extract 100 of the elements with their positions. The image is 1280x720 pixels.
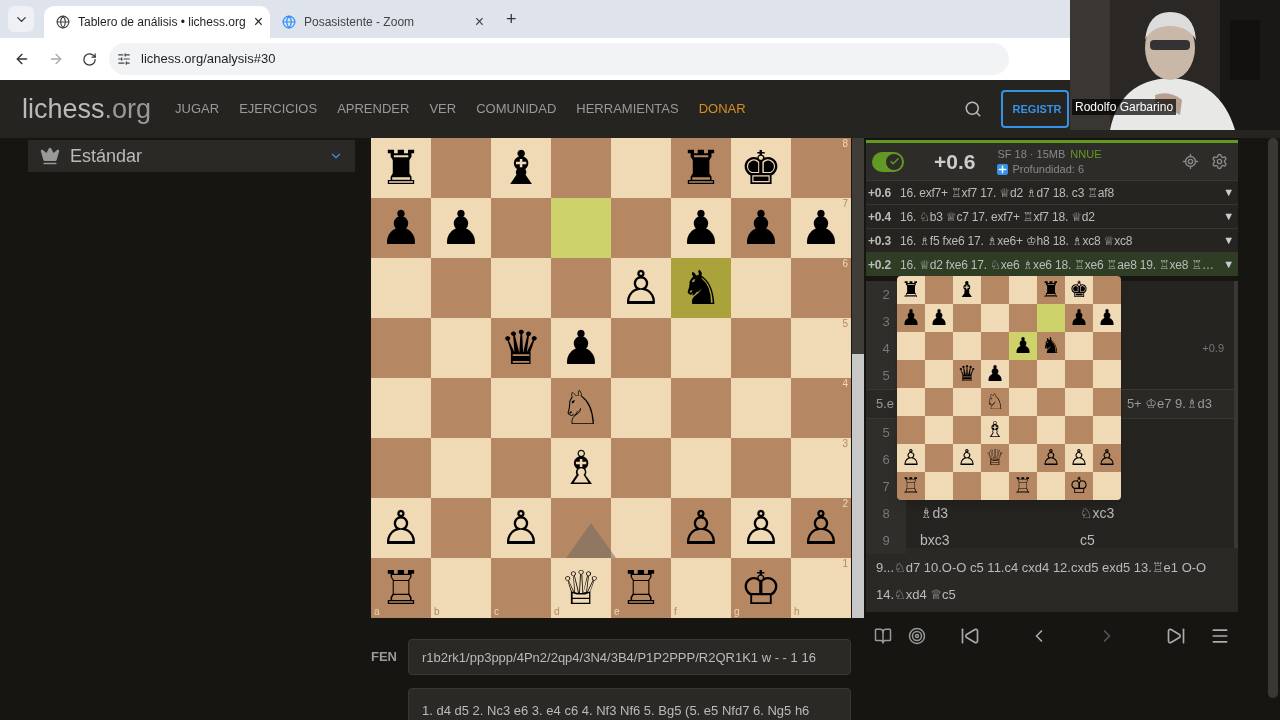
chess-piece[interactable]: ♔: [740, 564, 782, 612]
locate-icon[interactable]: [1182, 153, 1199, 170]
chess-square[interactable]: ♜: [371, 138, 431, 198]
chess-square[interactable]: [981, 276, 1009, 304]
register-button[interactable]: REGISTR: [1000, 90, 1069, 128]
site-logo[interactable]: lichess.org: [22, 88, 152, 130]
chess-square[interactable]: [491, 378, 551, 438]
chess-square[interactable]: [925, 276, 953, 304]
chess-square[interactable]: [1065, 388, 1093, 416]
chess-piece[interactable]: ♟: [800, 204, 842, 252]
chess-square[interactable]: ♚: [731, 138, 791, 198]
chess-square[interactable]: [611, 438, 671, 498]
chess-square[interactable]: [671, 378, 731, 438]
chess-square[interactable]: [431, 138, 491, 198]
chess-square[interactable]: [953, 304, 981, 332]
chess-square[interactable]: [981, 304, 1009, 332]
chess-square[interactable]: [611, 138, 671, 198]
chess-piece[interactable]: ♚: [740, 144, 782, 192]
chess-square[interactable]: ♟: [551, 318, 611, 378]
chess-piece[interactable]: ♙: [620, 264, 662, 312]
chess-square[interactable]: [981, 472, 1009, 500]
chess-square[interactable]: [925, 332, 953, 360]
chess-square[interactable]: [897, 416, 925, 444]
chess-square[interactable]: [1037, 388, 1065, 416]
chess-piece[interactable]: ♝: [500, 144, 542, 192]
chess-square[interactable]: [551, 498, 611, 558]
chess-square[interactable]: [953, 472, 981, 500]
chess-square[interactable]: [953, 416, 981, 444]
chess-square[interactable]: [551, 198, 611, 258]
chess-piece[interactable]: ♜: [380, 144, 422, 192]
chess-square[interactable]: [371, 258, 431, 318]
chess-square[interactable]: ♟: [731, 198, 791, 258]
chess-square[interactable]: ♞: [671, 258, 731, 318]
nav-link[interactable]: HERRAMIENTAS: [576, 99, 679, 119]
chess-square[interactable]: [731, 438, 791, 498]
close-tab-button[interactable]: ×: [474, 14, 484, 30]
chess-square[interactable]: [981, 332, 1009, 360]
chess-square[interactable]: [897, 360, 925, 388]
chess-piece[interactable]: ♛: [500, 324, 542, 372]
chess-square[interactable]: [671, 438, 731, 498]
chess-square[interactable]: ♙: [491, 498, 551, 558]
chess-square[interactable]: [1037, 360, 1065, 388]
chess-square[interactable]: [491, 258, 551, 318]
chess-square[interactable]: [1093, 388, 1121, 416]
variant-select[interactable]: Estándar: [28, 140, 355, 172]
variation-move[interactable]: 5+ ♔e7 9.♗d3: [1126, 394, 1212, 414]
chess-square[interactable]: [431, 318, 491, 378]
chess-square[interactable]: [551, 258, 611, 318]
reload-icon[interactable]: [82, 51, 97, 67]
chess-square[interactable]: [897, 332, 925, 360]
target-icon[interactable]: [908, 627, 926, 645]
chess-piece[interactable]: ♟: [560, 324, 602, 372]
chess-square[interactable]: [731, 318, 791, 378]
address-field[interactable]: lichess.org/analysis#30: [109, 43, 1009, 75]
chess-piece[interactable]: ♖: [620, 564, 662, 612]
chess-square[interactable]: ♗: [551, 438, 611, 498]
chess-square[interactable]: [953, 388, 981, 416]
variation-move[interactable]: 5.e: [876, 394, 895, 414]
chess-square[interactable]: [1009, 276, 1037, 304]
nav-link[interactable]: COMUNIDAD: [476, 99, 557, 119]
chess-square[interactable]: [671, 318, 731, 378]
skip-forward-icon[interactable]: [1165, 626, 1186, 646]
chess-piece[interactable]: ♜: [680, 144, 722, 192]
chess-square[interactable]: [491, 438, 551, 498]
chess-piece[interactable]: ♟: [740, 204, 782, 252]
nav-link[interactable]: JUGAR: [175, 99, 220, 119]
chess-square[interactable]: ♟: [431, 198, 491, 258]
chess-piece[interactable]: ♗: [560, 444, 602, 492]
chess-piece[interactable]: ♘: [560, 384, 602, 432]
chess-square[interactable]: [371, 318, 431, 378]
chess-piece[interactable]: ♟: [680, 204, 722, 252]
chess-piece[interactable]: ♙: [380, 504, 422, 552]
chess-square[interactable]: ♙: [371, 498, 431, 558]
chess-square[interactable]: [371, 438, 431, 498]
chess-square[interactable]: [925, 444, 953, 472]
chess-square[interactable]: [1037, 416, 1065, 444]
chess-piece[interactable]: ♙: [500, 504, 542, 552]
chess-square[interactable]: [1037, 304, 1065, 332]
move-cell[interactable]: ♘xc3: [1078, 500, 1198, 527]
chess-square[interactable]: [551, 138, 611, 198]
chess-square[interactable]: [925, 472, 953, 500]
chess-piece[interactable]: ♙: [740, 504, 782, 552]
chess-square[interactable]: [611, 318, 671, 378]
chess-square[interactable]: ♝: [491, 138, 551, 198]
chess-square[interactable]: [731, 378, 791, 438]
settings-icon[interactable]: [1211, 153, 1228, 170]
chess-square[interactable]: [953, 332, 981, 360]
move-cell[interactable]: ♗d3: [906, 500, 1078, 527]
nav-link[interactable]: EJERCICIOS: [239, 99, 318, 119]
chess-square[interactable]: [431, 438, 491, 498]
tab-list-button[interactable]: [8, 6, 34, 32]
back-icon[interactable]: [14, 51, 30, 67]
chess-square[interactable]: [1065, 416, 1093, 444]
chess-square[interactable]: [431, 258, 491, 318]
chess-square[interactable]: ♙: [731, 498, 791, 558]
chess-square[interactable]: [1093, 416, 1121, 444]
new-tab-button[interactable]: +: [506, 10, 517, 28]
chess-square[interactable]: [611, 198, 671, 258]
chess-square[interactable]: ♘: [551, 378, 611, 438]
chess-square[interactable]: [431, 498, 491, 558]
